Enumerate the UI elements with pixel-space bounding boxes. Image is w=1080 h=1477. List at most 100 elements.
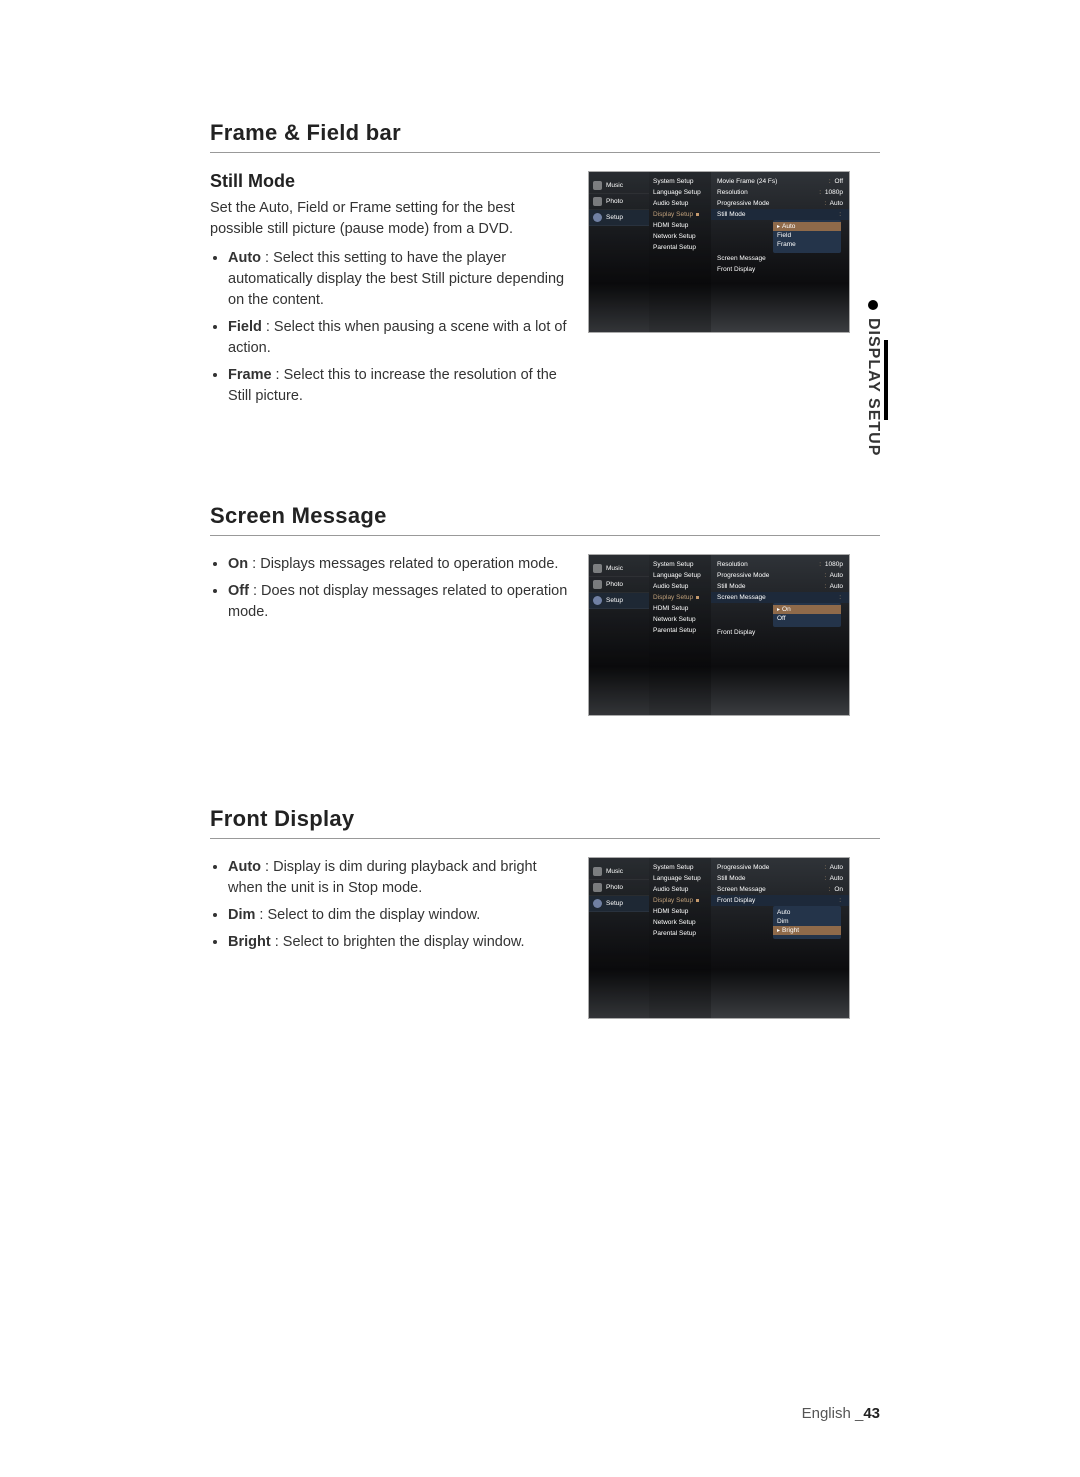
osd-setting-row: Resolution: 1080p [711, 187, 849, 198]
photo-icon [593, 580, 602, 589]
osd-side-item: Setup [589, 896, 649, 912]
osd-highlighted-row: Front Display: [711, 895, 849, 906]
list-item: Frame : Select this to increase the reso… [228, 365, 572, 407]
osd-setting-row: Front Display [711, 264, 849, 275]
osd-option: Field [773, 231, 841, 240]
section-screen-message: Screen Message On : Displays messages re… [210, 503, 880, 716]
screen-message-options-list: On : Displays messages related to operat… [210, 554, 572, 623]
osd-highlighted-row: Screen Message: [711, 592, 849, 603]
section-frame-field: Frame & Field bar Still Mode Set the Aut… [210, 120, 880, 413]
osd-menu-item: System Setup [649, 176, 711, 187]
osd-options-dropdown: OnOff [773, 603, 841, 627]
list-item: Field : Select this when pausing a scene… [228, 317, 572, 359]
osd-side-label: Music [606, 868, 623, 875]
osd-menu-item: Language Setup [649, 570, 711, 581]
section-side-tab: DISPLAY SETUP [864, 300, 882, 456]
osd-option: On [773, 605, 841, 614]
still-mode-options-list: Auto : Select this setting to have the p… [210, 248, 572, 407]
osd-value-column: Movie Frame (24 Fs): OffResolution: 1080… [711, 172, 849, 332]
osd-setting-row: Front Display [711, 627, 849, 638]
osd-menu-item: Network Setup [649, 231, 711, 242]
osd-setting-row: Progressive Mode: Auto [711, 198, 849, 209]
osd-menu-item: System Setup [649, 559, 711, 570]
osd-setting-row: Movie Frame (24 Fs): Off [711, 176, 849, 187]
osd-menu-item: HDMI Setup [649, 220, 711, 231]
osd-side-label: Setup [606, 214, 623, 221]
intro-still-mode: Set the Auto, Field or Frame setting for… [210, 198, 570, 240]
osd-menu-item: Network Setup [649, 917, 711, 928]
osd-setting-row: Progressive Mode: Auto [711, 862, 849, 873]
osd-side-label: Photo [606, 198, 623, 205]
osd-side-label: Photo [606, 884, 623, 891]
osd-setting-row: Screen Message [711, 253, 849, 264]
osd-menu-item: HDMI Setup [649, 603, 711, 614]
osd-side-item: Photo [589, 880, 649, 896]
music-icon [593, 564, 602, 573]
osd-menu-item: Network Setup [649, 614, 711, 625]
page-number: 43 [863, 1405, 880, 1422]
osd-setting-row: Screen Message: On [711, 884, 849, 895]
osd-menu-item: Audio Setup [649, 198, 711, 209]
osd-menu-column: System SetupLanguage SetupAudio SetupDis… [649, 555, 711, 715]
setup-icon [593, 596, 602, 605]
osd-side-label: Music [606, 565, 623, 572]
manual-page: DISPLAY SETUP Frame & Field bar Still Mo… [0, 0, 1080, 1477]
osd-menu-item: System Setup [649, 862, 711, 873]
heading-frame-field: Frame & Field bar [210, 120, 880, 153]
osd-option: Dim [773, 917, 841, 926]
osd-menu-item: Display Setup [649, 895, 711, 906]
list-item: Dim : Select to dim the display window. [228, 905, 572, 926]
side-tab-dot-icon [868, 300, 878, 310]
setup-icon [593, 899, 602, 908]
osd-still-mode: Music Photo Setup System SetupLanguage Setu… [588, 171, 850, 333]
photo-icon [593, 197, 602, 206]
osd-menu-item: Language Setup [649, 873, 711, 884]
osd-option: Auto [773, 222, 841, 231]
osd-menu-item: Language Setup [649, 187, 711, 198]
osd-setting-row: Still Mode: Auto [711, 873, 849, 884]
osd-sidebar: Music Photo Setup [589, 858, 649, 1018]
osd-setting-row: Progressive Mode: Auto [711, 570, 849, 581]
subheading-still-mode: Still Mode [210, 171, 572, 192]
osd-menu-item: Parental Setup [649, 625, 711, 636]
side-tab-label: DISPLAY SETUP [864, 318, 882, 456]
osd-side-item: Music [589, 864, 649, 880]
osd-highlighted-row: Still Mode: [711, 209, 849, 220]
list-item: On : Displays messages related to operat… [228, 554, 572, 575]
footer-language: English [802, 1405, 855, 1422]
osd-value-column: Resolution: 1080pProgressive Mode: AutoS… [711, 555, 849, 715]
osd-side-item: Setup [589, 593, 649, 609]
osd-side-label: Photo [606, 581, 623, 588]
thumb-index-bar [884, 340, 888, 420]
osd-side-label: Setup [606, 597, 623, 604]
list-item: Bright : Select to brighten the display … [228, 932, 572, 953]
osd-value-column: Progressive Mode: AutoStill Mode: AutoSc… [711, 858, 849, 1018]
osd-sidebar: Music Photo Setup [589, 555, 649, 715]
osd-menu-item: Parental Setup [649, 242, 711, 253]
list-item: Auto : Display is dim during playback an… [228, 857, 572, 899]
osd-options-dropdown: AutoFieldFrame [773, 220, 841, 253]
osd-side-item: Setup [589, 210, 649, 226]
list-item: Off : Does not display messages related … [228, 581, 572, 623]
osd-side-label: Setup [606, 900, 623, 907]
list-item: Auto : Select this setting to have the p… [228, 248, 572, 311]
osd-option: Bright [773, 926, 841, 935]
osd-option: Auto [773, 908, 841, 917]
photo-icon [593, 883, 602, 892]
osd-option: Off [773, 614, 841, 623]
osd-menu-item: Display Setup [649, 209, 711, 220]
osd-menu-column: System SetupLanguage SetupAudio SetupDis… [649, 172, 711, 332]
osd-options-dropdown: AutoDimBright [773, 906, 841, 939]
osd-menu-column: System SetupLanguage SetupAudio SetupDis… [649, 858, 711, 1018]
osd-option: Frame [773, 240, 841, 249]
osd-setting-row: Still Mode: Auto [711, 581, 849, 592]
osd-side-item: Photo [589, 577, 649, 593]
osd-side-item: Music [589, 178, 649, 194]
osd-side-item: Music [589, 561, 649, 577]
music-icon [593, 867, 602, 876]
osd-menu-item: Audio Setup [649, 581, 711, 592]
section-front-display: Front Display Auto : Display is dim duri… [210, 806, 880, 1019]
heading-screen-message: Screen Message [210, 503, 880, 536]
osd-front-display: Music Photo Setup System SetupLanguage Setu… [588, 857, 850, 1019]
osd-screen-message: Music Photo Setup System SetupLanguage Setu… [588, 554, 850, 716]
